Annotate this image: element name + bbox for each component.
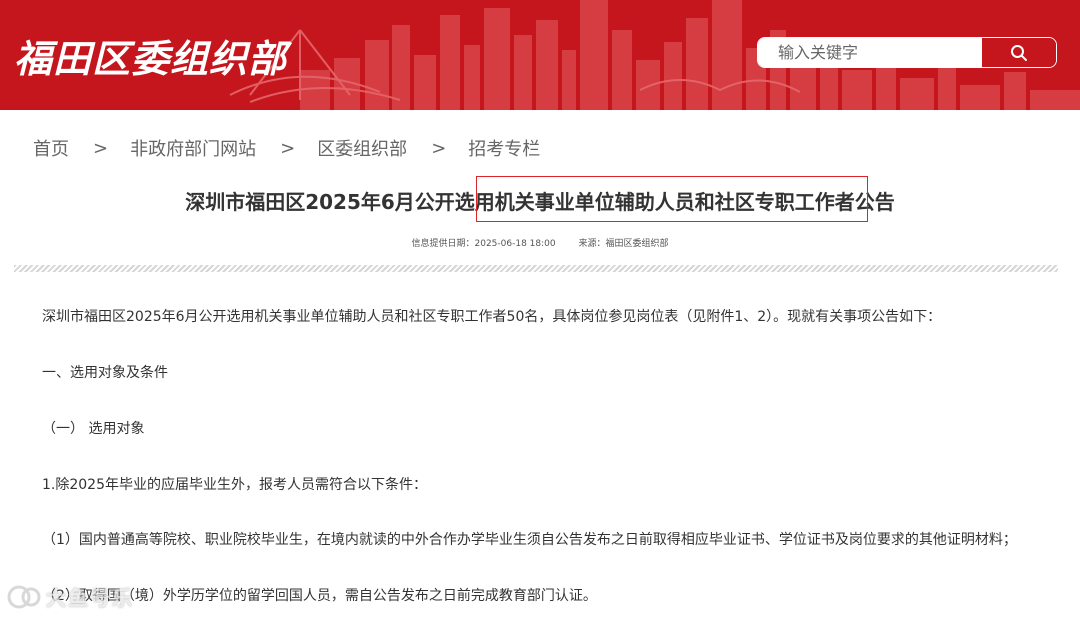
article-paragraph: （一） 选用对象 bbox=[42, 421, 145, 437]
search-icon bbox=[1011, 44, 1027, 61]
page: 福田区委组织部 首页 > 非政府部门网站 > 区委组织部 > 招考专栏 深圳市福… bbox=[0, 0, 1080, 617]
breadcrumb-separator: > bbox=[431, 137, 447, 159]
breadcrumb-separator: > bbox=[280, 137, 296, 159]
search-button[interactable] bbox=[982, 38, 1056, 67]
article-paragraph: （1）国内普通高等院校、职业院校毕业生，在境内就读的中外合作办学毕业生须自公告发… bbox=[42, 532, 1017, 548]
article-paragraph: 深圳市福田区2025年6月公开选用机关事业单位辅助人员和社区专职工作者50名，具… bbox=[42, 309, 942, 325]
article-divider bbox=[14, 265, 1058, 272]
watermark-text: 大鱼号乐 bbox=[46, 586, 134, 610]
breadcrumb-home[interactable]: 首页 bbox=[33, 135, 69, 161]
watermark-logo-icon bbox=[7, 585, 41, 608]
search-input[interactable] bbox=[758, 38, 982, 67]
breadcrumb-organization-dept[interactable]: 区委组织部 bbox=[317, 135, 407, 161]
watermark: 大鱼号乐 bbox=[6, 582, 134, 611]
breadcrumb-recruitment[interactable]: 招考专栏 bbox=[468, 135, 540, 161]
article-source: 来源：福田区委组织部 bbox=[578, 239, 669, 249]
breadcrumb-separator: > bbox=[93, 137, 109, 159]
site-header: 福田区委组织部 bbox=[0, 0, 1080, 110]
breadcrumb-non-gov-sites[interactable]: 非政府部门网站 bbox=[130, 135, 256, 161]
article-paragraph: 一、选用对象及条件 bbox=[42, 365, 168, 381]
article-meta: 信息提供日期：2025-06-18 18:00 来源：福田区委组织部 bbox=[0, 236, 1080, 249]
site-title[interactable]: 福田区委组织部 bbox=[14, 28, 287, 83]
search-box bbox=[757, 37, 1057, 68]
publish-date: 信息提供日期：2025-06-18 18:00 bbox=[411, 239, 556, 249]
article-title: 深圳市福田区2025年6月公开选用机关事业单位辅助人员和社区专职工作者公告 bbox=[185, 190, 895, 214]
article-paragraph: 1.除2025年毕业的应届毕业生外，报考人员需符合以下条件： bbox=[42, 477, 427, 493]
breadcrumb: 首页 > 非政府部门网站 > 区委组织部 > 招考专栏 bbox=[33, 135, 540, 161]
